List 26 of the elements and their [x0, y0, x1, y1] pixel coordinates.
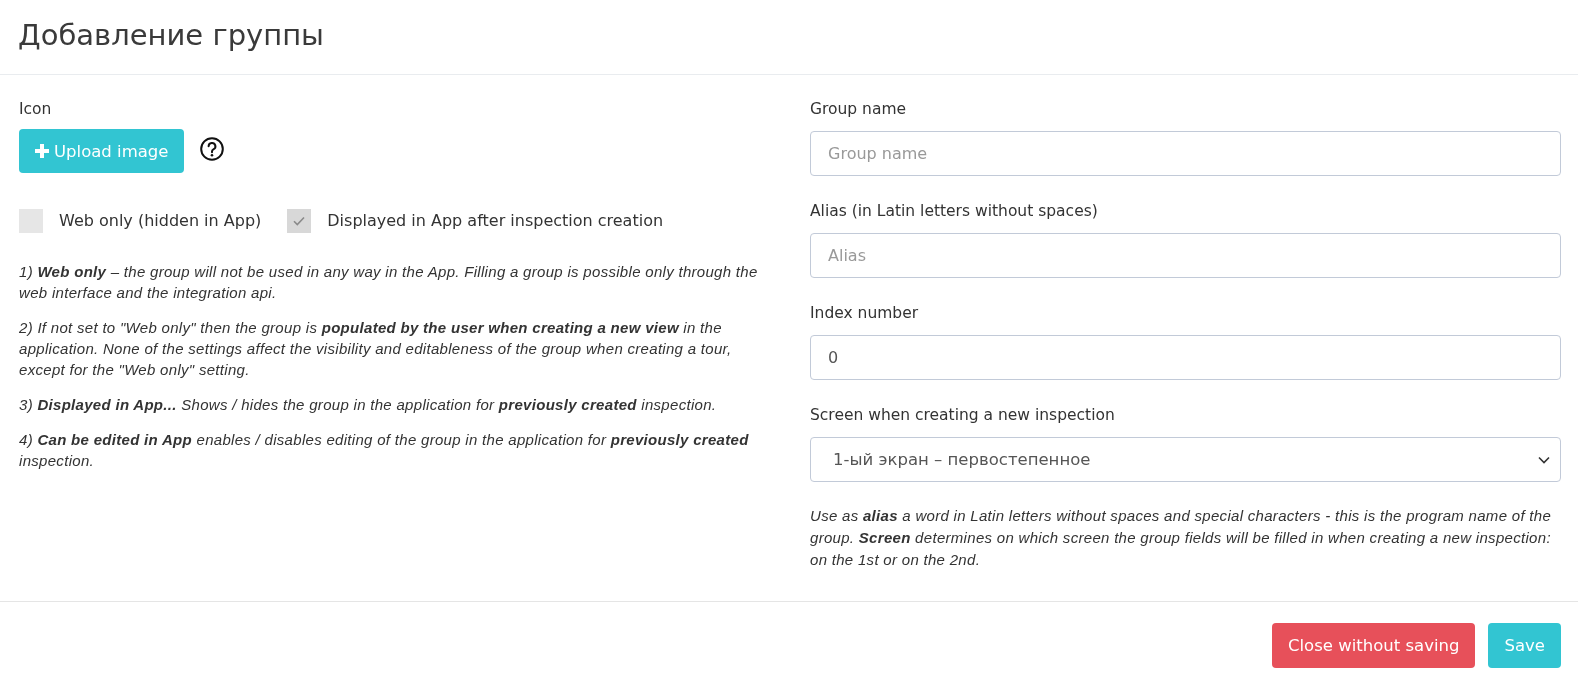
checkbox[interactable] — [19, 209, 43, 233]
help-note: Use as alias a word in Latin letters without spaces and special characters - this is the program name of the group. Screen determines on which screen the group fields will be filled in when creating a new inspection: on the 1st or on the 2nd. — [810, 506, 1553, 570]
checkbox-label: Displayed in App after inspection creation — [327, 210, 664, 232]
checkbox-label: Web only (hidden in App) — [59, 210, 262, 232]
field-label: Group name — [810, 99, 907, 120]
help-note: 1) Web only – the group will not be used in any way in the App. Filling a group is possible only through the web interface and the integration api. — [19, 262, 759, 303]
field-label: Screen when creating a new inspection — [810, 405, 1115, 426]
checkmark-icon — [293, 216, 306, 226]
upload-image-button[interactable]: Upload image — [19, 129, 185, 173]
help-note: 2) If not set to "Web only" then the group is populated by the user when creating a new view in the application. None of the settings affect the visibility and editableness of the group when creating a tour, except for the "Web only" setting. — [19, 318, 733, 380]
help-icon[interactable] — [200, 137, 225, 161]
close-button[interactable]: Close without saving — [1272, 623, 1476, 668]
input-field[interactable]: 0 — [810, 335, 1561, 380]
help-note: 4) Can be edited in App enables / disables editing of the group in the application for previously created inspection. — [19, 430, 750, 471]
save-button[interactable]: Save — [1488, 623, 1561, 668]
plus-icon — [35, 144, 49, 158]
checkbox[interactable] — [287, 209, 312, 233]
chevron-down-icon — [1538, 455, 1550, 464]
field-label: Icon — [19, 99, 52, 120]
dialog-title: Добавление группы — [18, 19, 324, 55]
help-note: 3) Displayed in App... Shows / hides the group in the application for previously created inspection. — [19, 395, 718, 415]
select-field[interactable]: 1-ый экран – первостепенное — [810, 437, 1561, 482]
field-label: Alias (in Latin letters without spaces) — [810, 201, 1098, 222]
input-field[interactable]: Alias — [810, 233, 1561, 278]
field-label: Index number — [810, 303, 919, 324]
input-field[interactable]: Group name — [810, 131, 1561, 176]
